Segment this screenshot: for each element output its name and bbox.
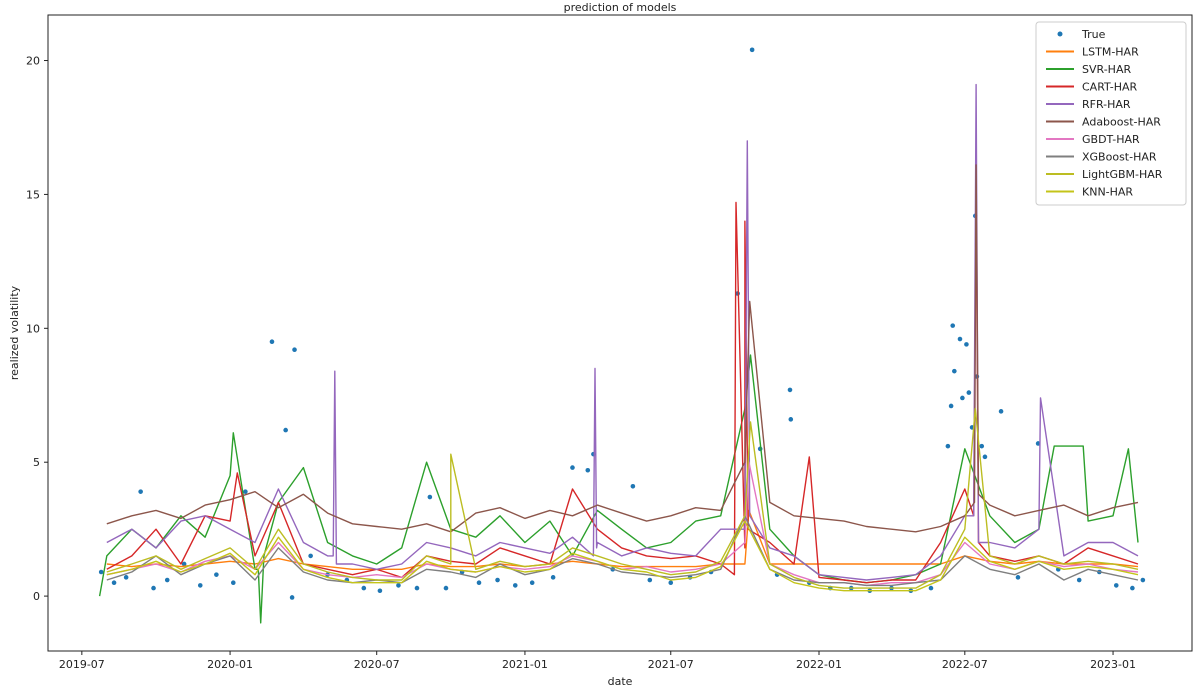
true-point	[966, 390, 972, 395]
true-point	[1113, 583, 1119, 588]
true-point	[950, 323, 956, 328]
x-tick-label: 2019-07	[59, 658, 105, 671]
true-point	[289, 595, 295, 600]
x-tick-label: 2022-07	[942, 658, 988, 671]
true-point	[111, 580, 117, 586]
true-point	[197, 583, 203, 588]
true-point	[952, 368, 957, 374]
y-tick-label: 20	[26, 55, 40, 68]
true-point	[960, 395, 965, 401]
true-point	[495, 577, 500, 583]
true-point	[214, 572, 219, 577]
true-point	[377, 588, 383, 594]
x-tick-label: 2021-01	[502, 658, 548, 671]
true-point	[529, 580, 535, 586]
true-point	[945, 443, 951, 449]
true-point	[787, 387, 793, 393]
true-point	[957, 336, 963, 342]
x-axis-label: date	[608, 675, 633, 688]
true-point	[1140, 577, 1146, 583]
legend-label: XGBoost-HAR	[1082, 151, 1157, 164]
true-point	[476, 580, 482, 586]
y-tick-label: 15	[26, 188, 40, 201]
chart: prediction of models date realized volat…	[8, 1, 1193, 688]
y-axis-label: realized volatility	[8, 285, 21, 380]
true-point	[964, 342, 969, 347]
legend-label: KNN-HAR	[1082, 186, 1133, 199]
true-point	[243, 489, 248, 494]
true-point	[591, 451, 596, 457]
true-point	[512, 583, 518, 588]
y-tick-label: 5	[33, 456, 40, 469]
true-point	[928, 585, 934, 591]
true-point	[1130, 585, 1135, 591]
true-point	[585, 467, 591, 473]
true-point	[138, 489, 143, 494]
true-point	[1076, 577, 1082, 583]
legend-label: SVR-HAR	[1082, 63, 1131, 76]
true-point	[427, 494, 433, 500]
true-point	[151, 585, 156, 591]
x-tick-label: 2022-01	[796, 658, 842, 671]
true-point	[749, 47, 755, 53]
true-point	[948, 403, 954, 409]
true-point	[230, 580, 236, 586]
true-point	[668, 580, 674, 586]
legend-label: CART-HAR	[1082, 81, 1138, 94]
true-point	[647, 577, 653, 583]
true-point	[788, 417, 794, 422]
x-tick-label: 2023-01	[1090, 658, 1136, 671]
true-point	[308, 553, 313, 559]
true-point	[361, 585, 367, 591]
legend-label: LSTM-HAR	[1082, 46, 1139, 59]
true-point	[998, 409, 1004, 414]
true-point	[630, 484, 636, 489]
true-point	[98, 569, 104, 575]
true-point	[550, 575, 556, 580]
true-point	[1015, 575, 1021, 580]
legend-marker-true	[1057, 31, 1063, 37]
legend-label: RFR-HAR	[1082, 98, 1131, 111]
cart-har-line	[106, 193, 1139, 584]
legend-label: LightGBM-HAR	[1082, 168, 1163, 181]
true-point	[283, 427, 288, 433]
adaboost-har-line	[106, 164, 1139, 533]
true-point	[269, 339, 275, 345]
true-point	[979, 443, 985, 449]
true-point	[292, 347, 297, 353]
true-point	[123, 575, 129, 580]
true-point	[414, 585, 420, 591]
legend-label: GBDT-HAR	[1082, 133, 1140, 146]
true-point	[570, 465, 575, 470]
y-tick-label: 0	[33, 590, 40, 603]
x-tick-label: 2020-07	[354, 658, 400, 671]
true-point	[443, 585, 449, 591]
chart-title: prediction of models	[564, 1, 677, 14]
y-tick-label: 10	[26, 322, 40, 335]
svr-har-line	[98, 354, 1139, 624]
legend-label: True	[1081, 28, 1106, 41]
legend-label: Adaboost-HAR	[1082, 116, 1161, 129]
rfr-har-line	[106, 83, 1139, 581]
true-point	[982, 454, 988, 460]
true-point	[396, 583, 401, 588]
x-tick-label: 2021-07	[648, 658, 694, 671]
x-tick-label: 2020-01	[207, 658, 253, 671]
true-point	[164, 577, 170, 583]
